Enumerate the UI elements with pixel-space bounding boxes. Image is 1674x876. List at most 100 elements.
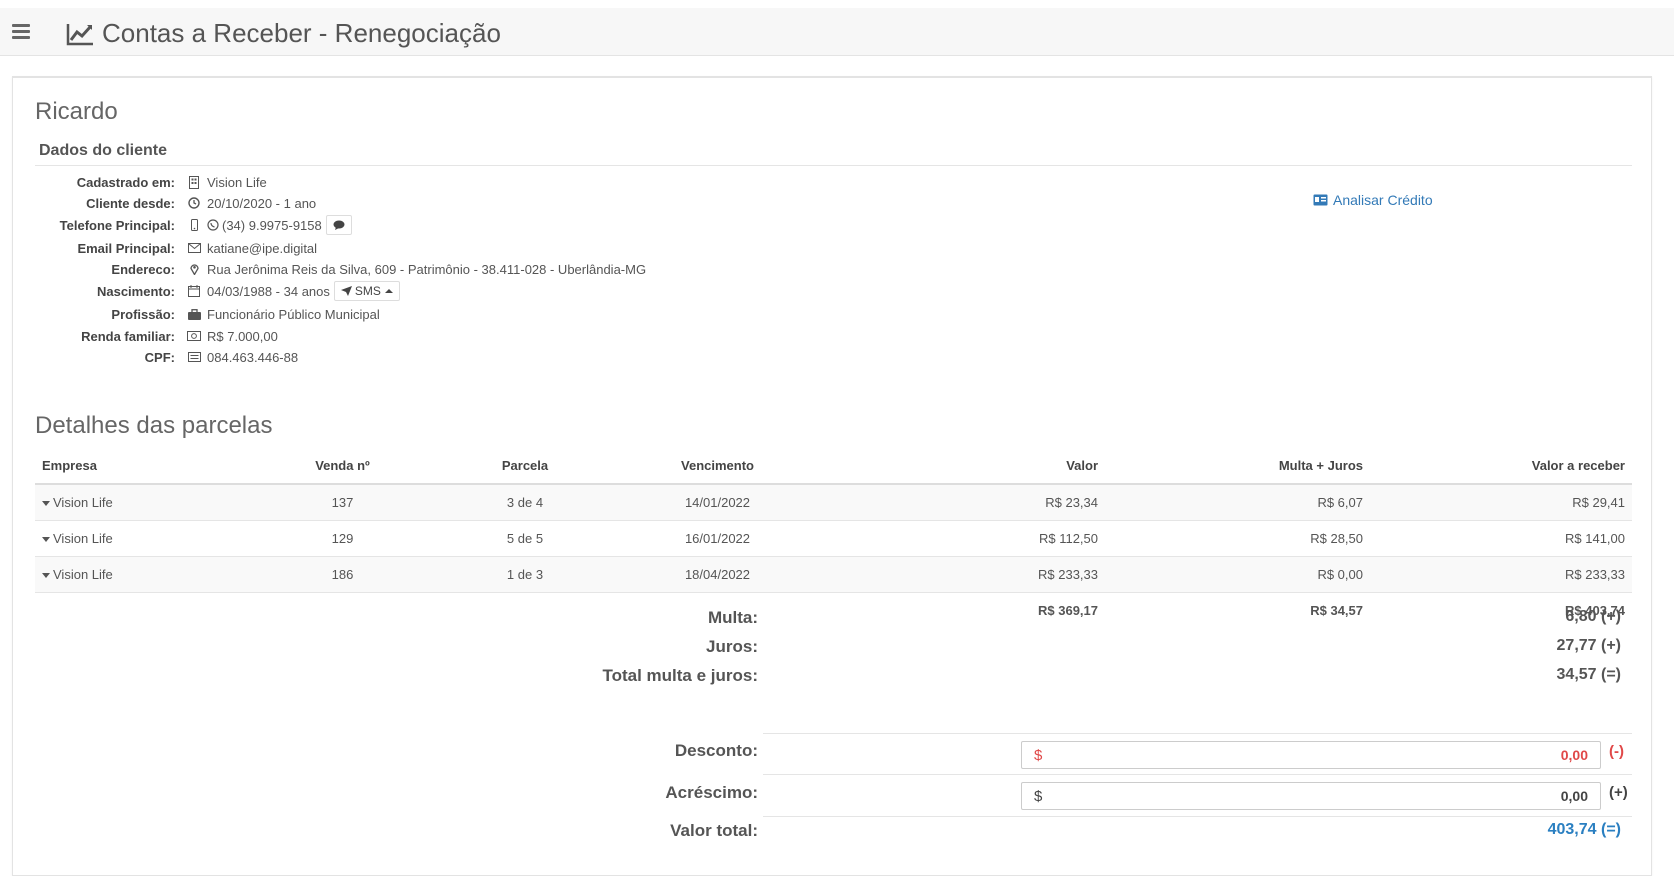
cell-vencimento: 16/01/2022: [600, 519, 835, 556]
divider: [763, 816, 1632, 817]
cell-multa-juros: R$ 6,07: [1105, 483, 1370, 520]
cell-empresa[interactable]: Vision Life: [35, 519, 235, 556]
cell-vencimento: 14/01/2022: [600, 483, 835, 520]
acrescimo-sign: (+): [1609, 784, 1628, 801]
info-value: katiane@ipe.digital: [207, 240, 318, 256]
cell-venda: 137: [235, 483, 450, 520]
cell-empresa[interactable]: Vision Life: [35, 555, 235, 592]
table-row[interactable]: Vision Life 129 5 de 5 16/01/2022 R$ 112…: [35, 519, 1632, 556]
info-row-address: Endereco: Rua Jerônima Reis da Silva, 60…: [13, 259, 646, 279]
client-data-heading: Dados do cliente: [35, 142, 1632, 166]
divider: [763, 774, 1632, 775]
cell-venda: 186: [235, 555, 450, 592]
top-bar: Contas a Receber - Renegociação: [0, 8, 1674, 56]
desconto-label: Desconto:: [674, 741, 758, 760]
cell-valor-receber: R$ 29,41: [1370, 483, 1632, 520]
building-icon: [185, 175, 203, 189]
info-label: Cadastrado em:: [76, 174, 175, 190]
info-row-phone: Telefone Principal: (34) 9.9975-9158: [13, 215, 352, 235]
info-label: Cliente desde:: [86, 195, 175, 211]
installments-table: Empresa Venda nº Parcela Vencimento Valo…: [35, 448, 1632, 628]
info-value: R$ 7.000,00: [207, 328, 278, 344]
currency-symbol: $: [1034, 787, 1043, 805]
table-row[interactable]: Vision Life 186 1 de 3 18/04/2022 R$ 233…: [35, 555, 1632, 592]
acrescimo-label: Acréscimo:: [665, 783, 758, 802]
phone-value-wrap: (34) 9.9975-9158: [207, 215, 352, 235]
total-multa-juros: R$ 34,57: [1105, 591, 1370, 628]
client-name: Ricardo: [35, 98, 118, 125]
cell-parcela: 1 de 3: [450, 555, 600, 592]
multa-value: 6,80 (+): [1565, 608, 1621, 625]
caret-up-icon: [384, 289, 393, 293]
info-row-income: Renda familiar: R$ 7.000,00: [13, 326, 278, 346]
sms-button[interactable]: SMS: [333, 281, 400, 301]
desconto-sign: (-): [1609, 743, 1624, 760]
info-label: CPF:: [144, 349, 175, 365]
cell-valor: R$ 23,34: [835, 483, 1105, 520]
desconto-input[interactable]: $ 0,00: [1021, 741, 1601, 769]
whatsapp-icon[interactable]: [207, 219, 219, 231]
cell-valor-receber: R$ 233,33: [1370, 555, 1632, 592]
valor-total-label: Valor total:: [670, 821, 758, 840]
cell-multa-juros: R$ 28,50: [1105, 519, 1370, 556]
info-value: Funcionário Público Municipal: [207, 306, 380, 322]
analyze-credit-label: Analisar Crédito: [1333, 192, 1433, 208]
col-valor: Valor: [835, 448, 1105, 485]
menu-toggle-icon[interactable]: [12, 24, 30, 40]
info-value: Vision Life: [207, 174, 267, 190]
analyze-credit-link[interactable]: Analisar Crédito: [1313, 192, 1433, 208]
empresa-text: Vision Life: [53, 494, 113, 510]
calendar-icon: [185, 285, 203, 297]
briefcase-icon: [185, 308, 203, 320]
page-title: Contas a Receber - Renegociação: [66, 18, 501, 49]
cell-valor: R$ 233,33: [835, 555, 1105, 592]
col-venda: Venda nº: [235, 448, 450, 485]
info-row-profession: Profissão: Funcionário Público Municipal: [13, 304, 380, 324]
info-label: Renda familiar:: [81, 328, 175, 344]
info-row-client-since: Cliente desde: 20/10/2020 - 1 ano: [13, 193, 316, 213]
desconto-amount: 0,00: [1560, 747, 1588, 763]
juros-label: Juros:: [706, 637, 758, 656]
page-title-text: Contas a Receber - Renegociação: [102, 18, 501, 48]
renegotiation-panel: Ricardo Dados do cliente Analisar Crédit…: [12, 76, 1652, 876]
col-multa-juros: Multa + Juros: [1105, 448, 1370, 485]
info-row-registered: Cadastrado em: Vision Life: [13, 172, 267, 192]
sms-label: SMS: [354, 284, 381, 298]
cell-empresa[interactable]: Vision Life: [35, 483, 235, 520]
info-label: Nascimento:: [96, 283, 175, 299]
divider: [763, 733, 1632, 734]
caret-down-icon: [42, 500, 50, 506]
id-card-icon: [1313, 194, 1328, 206]
currency-symbol: $: [1034, 746, 1043, 764]
acrescimo-amount: 0,00: [1560, 788, 1588, 804]
money-icon: [185, 331, 203, 341]
col-valor-receber: Valor a receber: [1370, 448, 1632, 485]
valor-total-value: 403,74 (=): [1547, 821, 1621, 838]
line-chart-icon: [66, 23, 93, 45]
envelope-icon: [185, 243, 203, 253]
clock-icon: [185, 197, 203, 209]
juros-value: 27,77 (+): [1556, 637, 1621, 654]
installments-heading: Detalhes das parcelas: [35, 412, 273, 439]
info-value: 20/10/2020 - 1 ano: [207, 195, 317, 211]
total-multa-juros-label: Total multa e juros:: [602, 666, 758, 685]
cell-valor-receber: R$ 141,00: [1370, 519, 1632, 556]
col-vencimento: Vencimento: [600, 448, 835, 485]
cell-multa-juros: R$ 0,00: [1105, 555, 1370, 592]
info-label: Email Principal:: [77, 240, 175, 256]
acrescimo-input[interactable]: $ 0,00: [1021, 782, 1601, 810]
info-value: (34) 9.9975-9158: [222, 217, 322, 233]
table-header-row: Empresa Venda nº Parcela Vencimento Valo…: [35, 448, 1632, 485]
info-row-birth: Nascimento: 04/03/1988 - 34 anos SMS: [13, 281, 400, 301]
table-row[interactable]: Vision Life 137 3 de 4 14/01/2022 R$ 23,…: [35, 483, 1632, 520]
message-button[interactable]: [325, 215, 352, 235]
info-label: Endereco:: [111, 261, 175, 277]
caret-down-icon: [42, 572, 50, 578]
info-row-email: Email Principal: katiane@ipe.digital: [13, 238, 317, 258]
info-label: Telefone Principal:: [59, 217, 175, 233]
empresa-text: Vision Life: [53, 566, 113, 582]
caret-down-icon: [42, 536, 50, 542]
empresa-text: Vision Life: [53, 530, 113, 546]
cell-vencimento: 18/04/2022: [600, 555, 835, 592]
total-valor: R$ 369,17: [835, 591, 1105, 628]
